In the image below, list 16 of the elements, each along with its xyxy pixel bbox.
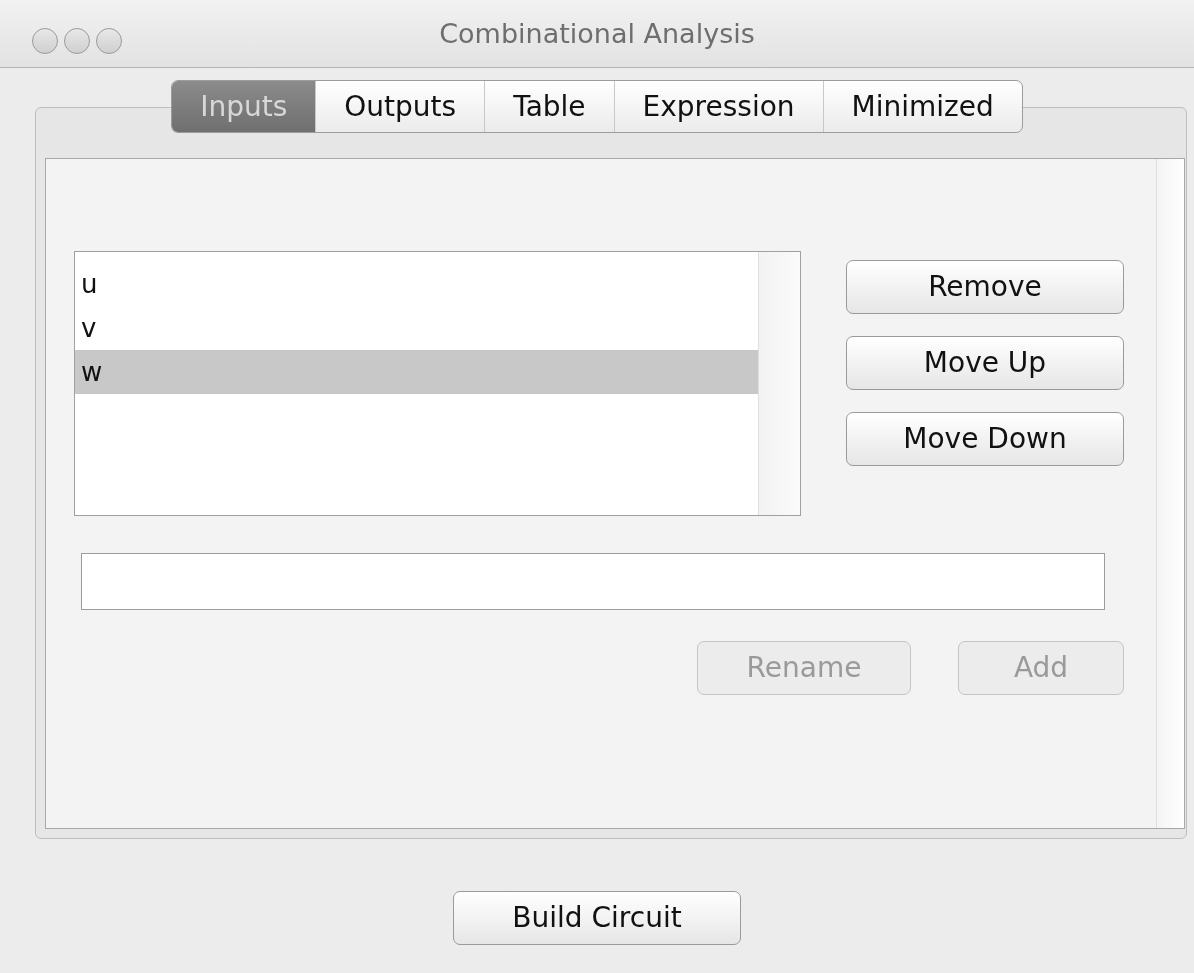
zoom-icon[interactable] bbox=[96, 28, 122, 54]
tab[interactable]: Minimized bbox=[822, 81, 1022, 132]
input-field[interactable] bbox=[81, 553, 1105, 610]
close-icon[interactable] bbox=[32, 28, 58, 54]
minimize-icon[interactable] bbox=[64, 28, 90, 54]
list-item[interactable]: u bbox=[75, 262, 758, 306]
list-item[interactable]: w bbox=[75, 350, 758, 394]
tab[interactable]: Outputs bbox=[315, 81, 485, 132]
button[interactable]: Move Down bbox=[846, 412, 1124, 466]
list-item[interactable]: v bbox=[75, 306, 758, 350]
button[interactable]: Move Up bbox=[846, 336, 1124, 390]
tab[interactable]: Expression bbox=[613, 81, 823, 132]
button[interactable]: Remove bbox=[846, 260, 1124, 314]
button[interactable]: Build Circuit bbox=[453, 891, 741, 945]
tab[interactable]: Table bbox=[484, 81, 614, 132]
window-title: Combinational Analysis bbox=[439, 17, 755, 51]
